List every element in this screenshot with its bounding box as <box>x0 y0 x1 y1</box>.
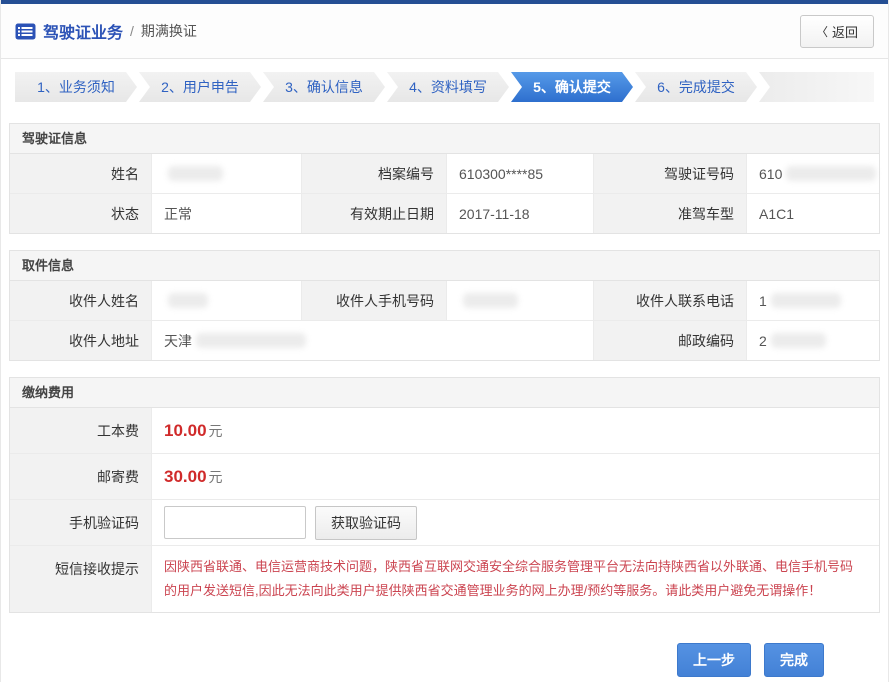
recipient-address-label: 收件人地址 <box>10 321 152 360</box>
footer-actions: 上一步 完成 <box>1 643 824 677</box>
license-no-value: 610 <box>747 154 879 193</box>
step-1-business-notice[interactable]: 1、业务须知 <box>15 72 137 102</box>
table-row: 姓名 档案编号 610300****85 驾驶证号码 610 <box>10 154 879 193</box>
postal-code-label: 邮政编码 <box>594 321 747 360</box>
sms-notice-label: 短信接收提示 <box>10 546 152 612</box>
license-no-label: 驾驶证号码 <box>594 154 747 193</box>
redacted-blur <box>168 293 208 308</box>
vehicle-class-label: 准驾车型 <box>594 194 747 233</box>
page-subtitle: 期满换证 <box>141 21 197 41</box>
finish-button[interactable]: 完成 <box>764 643 824 677</box>
pickup-info-title: 取件信息 <box>10 251 879 281</box>
step-6-complete-submit[interactable]: 6、完成提交 <box>635 72 757 102</box>
name-value <box>152 154 302 193</box>
step-4-fill-data[interactable]: 4、资料填写 <box>387 72 509 102</box>
page-title: 驾驶证业务 <box>43 19 123 43</box>
license-info-section: 驾驶证信息 姓名 档案编号 610300****85 驾驶证号码 610 状态 … <box>9 123 880 234</box>
status-label: 状态 <box>10 194 152 233</box>
recipient-name-label: 收件人姓名 <box>10 281 152 320</box>
name-label: 姓名 <box>10 154 152 193</box>
pickup-info-section: 取件信息 收件人姓名 收件人手机号码 收件人联系电话 1 收件人地址 天津 邮政… <box>9 250 880 361</box>
redacted-blur <box>463 293 518 308</box>
production-fee-value: 10.00元 <box>152 408 879 453</box>
license-service-icon <box>15 23 36 40</box>
production-fee-amount: 10.00 <box>164 421 207 441</box>
table-row: 短信接收提示 因陕西省联通、电信运营商技术问题，陕西省互联网交通安全综合服务管理… <box>10 545 879 612</box>
fees-title: 缴纳费用 <box>10 378 879 408</box>
production-fee-unit: 元 <box>209 421 223 441</box>
postal-code-value: 2 <box>747 321 879 360</box>
table-row: 收件人姓名 收件人手机号码 收件人联系电话 1 <box>10 281 879 320</box>
file-no-label: 档案编号 <box>302 154 447 193</box>
recipient-address-value: 天津 <box>152 321 594 360</box>
production-fee-label: 工本费 <box>10 408 152 453</box>
table-row: 状态 正常 有效期止日期 2017-11-18 准驾车型 A1C1 <box>10 193 879 233</box>
sms-notice-cell: 因陕西省联通、电信运营商技术问题，陕西省互联网交通安全综合服务管理平台无法向持陕… <box>152 546 879 612</box>
recipient-phone-value: 1 <box>747 281 879 320</box>
step-nav-tail <box>759 72 874 102</box>
vehicle-class-value: A1C1 <box>747 194 879 233</box>
table-row: 工本费 10.00元 <box>10 408 879 453</box>
get-sms-code-button[interactable]: 获取验证码 <box>315 506 417 540</box>
redacted-blur <box>196 333 306 348</box>
previous-step-button[interactable]: 上一步 <box>677 643 751 677</box>
step-5-confirm-submit-current[interactable]: 5、确认提交 <box>511 72 633 102</box>
redacted-blur <box>771 293 841 308</box>
redacted-blur <box>771 333 826 348</box>
back-button-label: 返回 <box>832 22 858 41</box>
fees-section: 缴纳费用 工本费 10.00元 邮寄费 30.00元 手机验证码 获取验证码 短… <box>9 377 880 613</box>
redacted-blur <box>168 166 223 181</box>
breadcrumb: 驾驶证业务 / 期满换证 <box>15 19 197 43</box>
step-2-user-declaration[interactable]: 2、用户申告 <box>139 72 261 102</box>
postage-fee-label: 邮寄费 <box>10 454 152 499</box>
sms-notice-text: 因陕西省联通、电信运营商技术问题，陕西省互联网交通安全综合服务管理平台无法向持陕… <box>164 546 879 612</box>
step-nav: 1、业务须知 2、用户申告 3、确认信息 4、资料填写 5、确认提交 6、完成提… <box>15 72 874 102</box>
step-3-confirm-info[interactable]: 3、确认信息 <box>263 72 385 102</box>
recipient-mobile-label: 收件人手机号码 <box>302 281 447 320</box>
sms-code-label: 手机验证码 <box>10 500 152 545</box>
redacted-blur <box>786 166 876 181</box>
file-no-value: 610300****85 <box>447 154 594 193</box>
back-chevron-icon: 〈 <box>816 23 828 40</box>
recipient-mobile-value <box>447 281 594 320</box>
breadcrumb-separator: / <box>130 23 134 39</box>
sms-code-input[interactable] <box>164 506 306 539</box>
table-row: 收件人地址 天津 邮政编码 2 <box>10 320 879 360</box>
sms-code-field: 获取验证码 <box>152 500 879 545</box>
status-value: 正常 <box>152 194 302 233</box>
back-button[interactable]: 〈 返回 <box>800 15 874 48</box>
expiry-label: 有效期止日期 <box>302 194 447 233</box>
page-header: 驾驶证业务 / 期满换证 〈 返回 <box>1 4 888 59</box>
postage-fee-unit: 元 <box>209 467 223 487</box>
recipient-name-value <box>152 281 302 320</box>
postage-fee-value: 30.00元 <box>152 454 879 499</box>
table-row: 邮寄费 30.00元 <box>10 453 879 499</box>
recipient-phone-label: 收件人联系电话 <box>594 281 747 320</box>
expiry-value: 2017-11-18 <box>447 194 594 233</box>
postage-fee-amount: 30.00 <box>164 467 207 487</box>
license-info-title: 驾驶证信息 <box>10 124 879 154</box>
table-row: 手机验证码 获取验证码 <box>10 499 879 545</box>
